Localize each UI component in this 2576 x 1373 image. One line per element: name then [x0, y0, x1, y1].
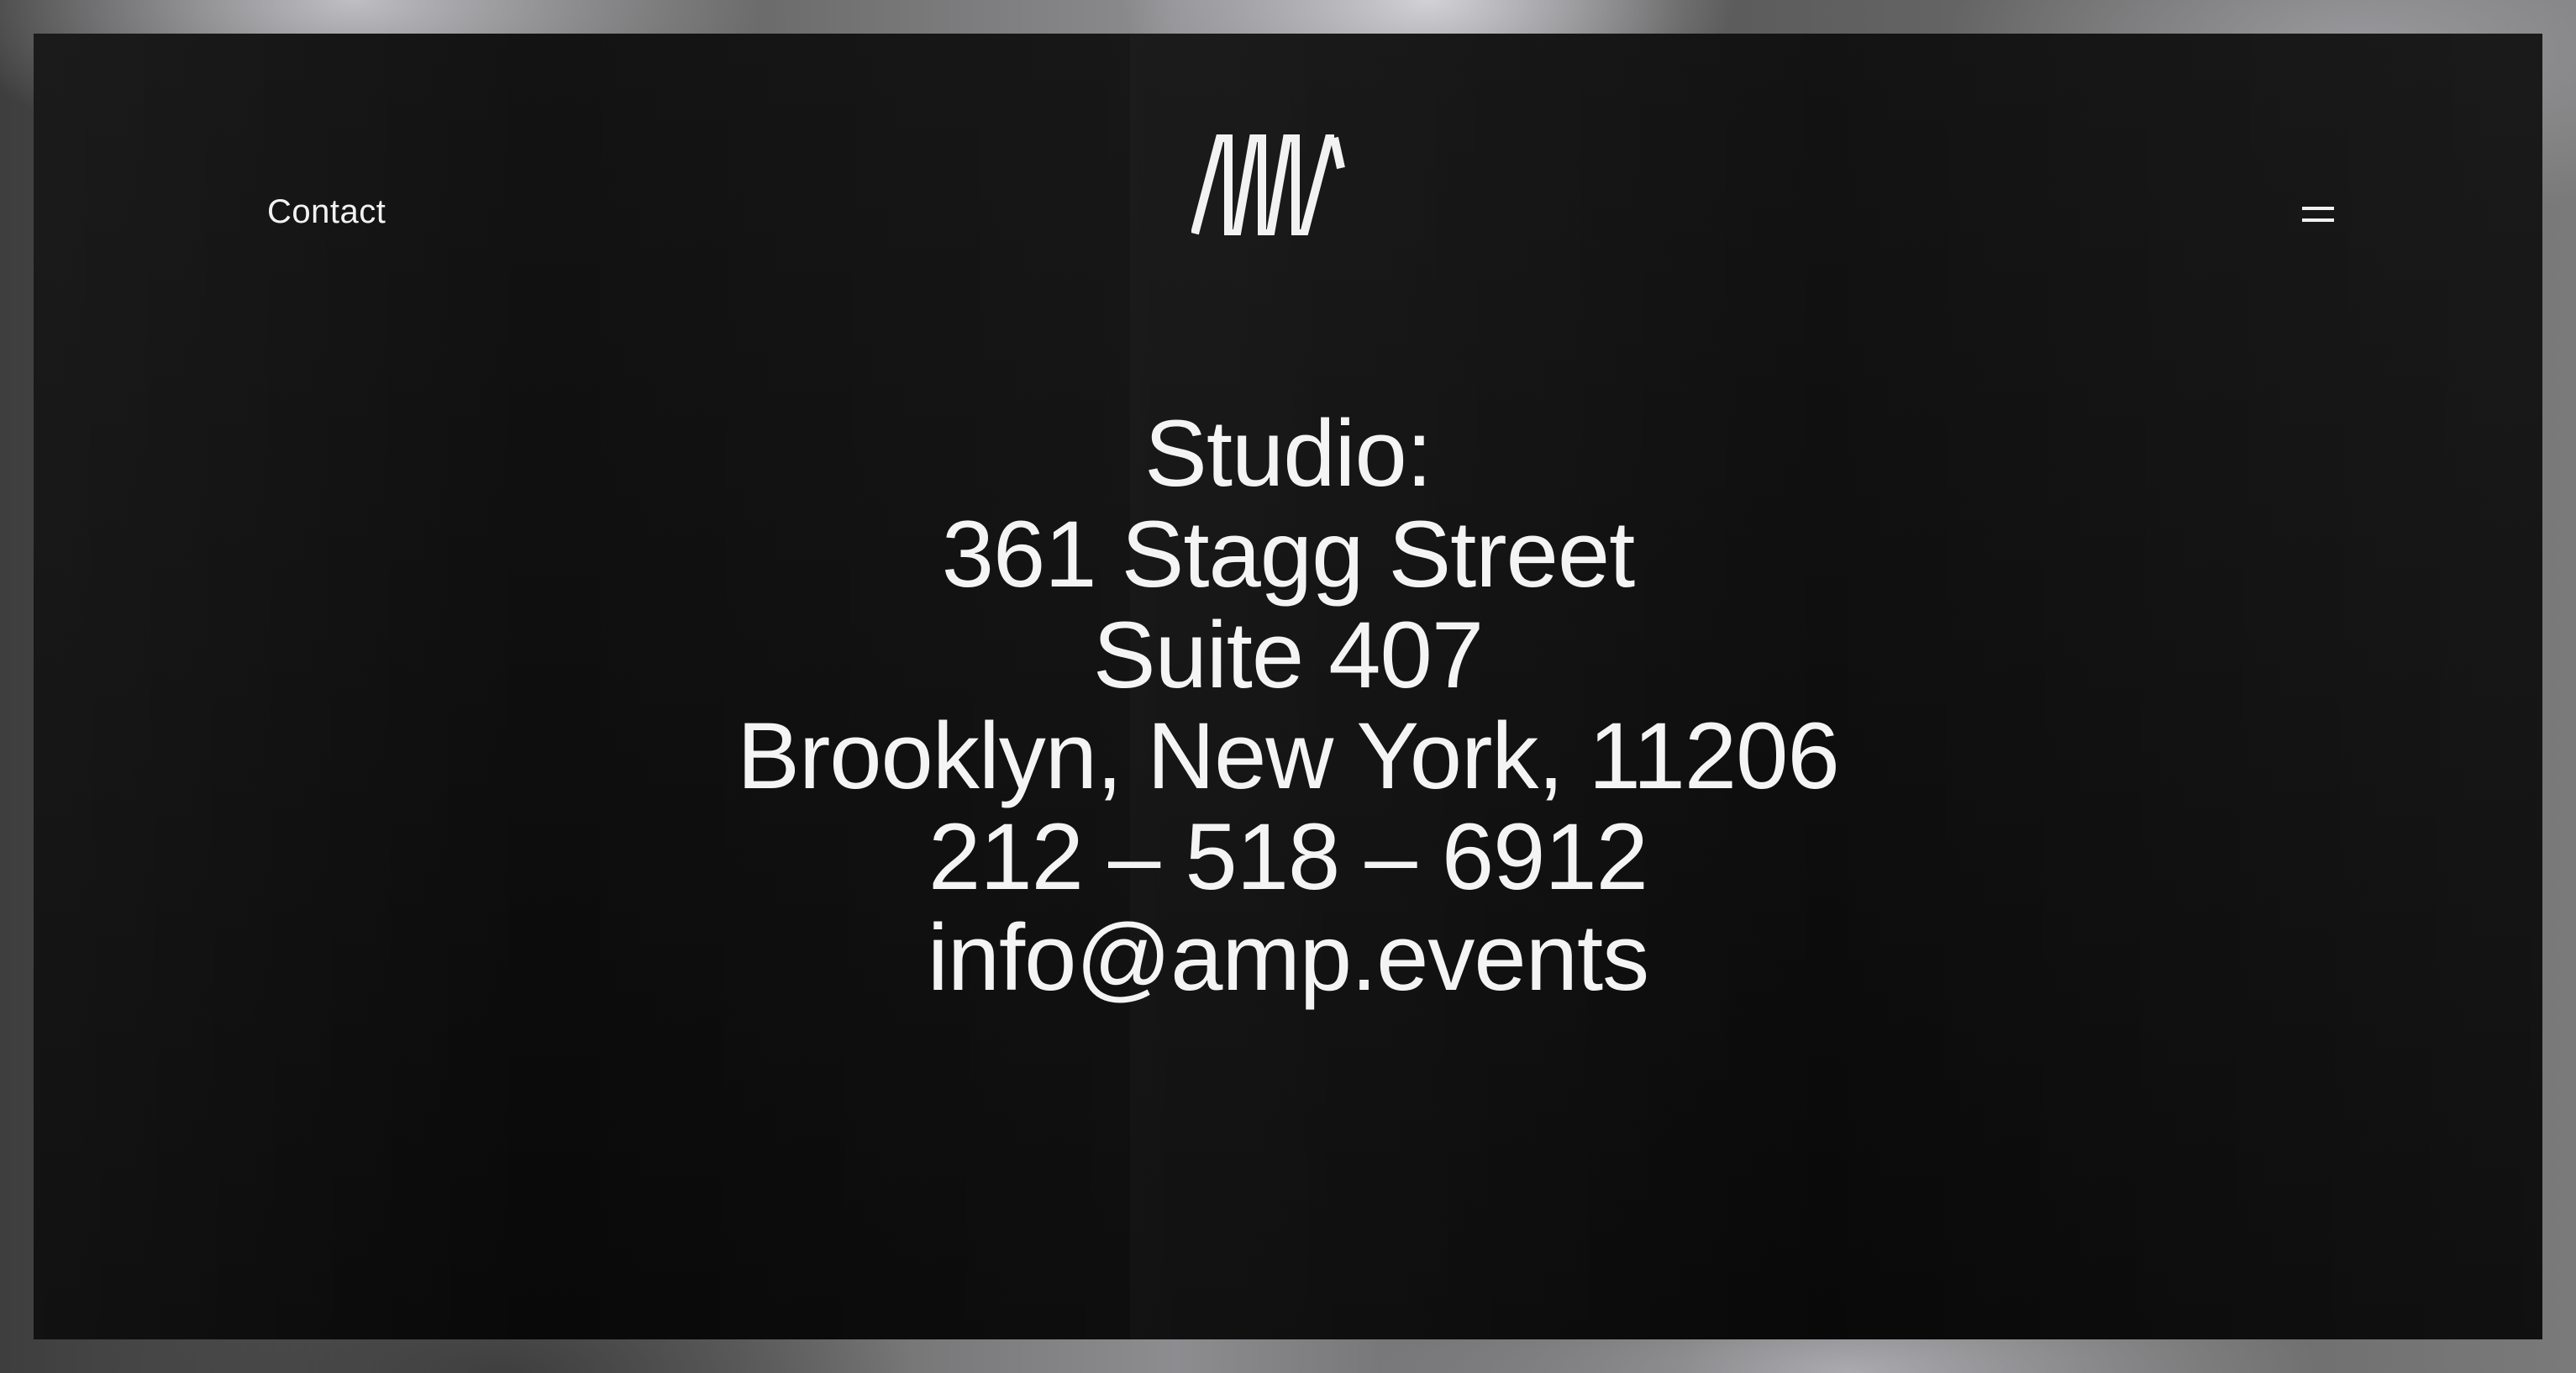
phone-link[interactable]: 212 – 518 – 6912: [928, 804, 1648, 909]
nav-contact-link[interactable]: Contact: [267, 193, 386, 231]
contact-panel: Contact Studio: 361 Stagg Street Suite 4…: [34, 34, 2542, 1339]
city-state-zip: Brooklyn, New York, 11206: [737, 703, 1840, 808]
phone-number: 212 – 518 – 6912: [34, 807, 2542, 907]
street-address: 361 Stagg Street: [941, 502, 1636, 607]
amp-logo-icon[interactable]: [1191, 134, 1388, 238]
studio-address-block: Studio: 361 Stagg Street Suite 407 Brook…: [34, 403, 2542, 1008]
menu-bar-top: [2302, 207, 2334, 210]
hamburger-menu-icon[interactable]: [2295, 198, 2342, 232]
email-address: info@amp.events: [34, 907, 2542, 1008]
menu-bar-bottom: [2302, 218, 2334, 222]
studio-label: Studio:: [1144, 401, 1433, 506]
email-link[interactable]: info@amp.events: [928, 905, 1649, 1010]
suite-number: Suite 407: [1092, 602, 1484, 708]
site-header: Contact: [34, 34, 2542, 286]
